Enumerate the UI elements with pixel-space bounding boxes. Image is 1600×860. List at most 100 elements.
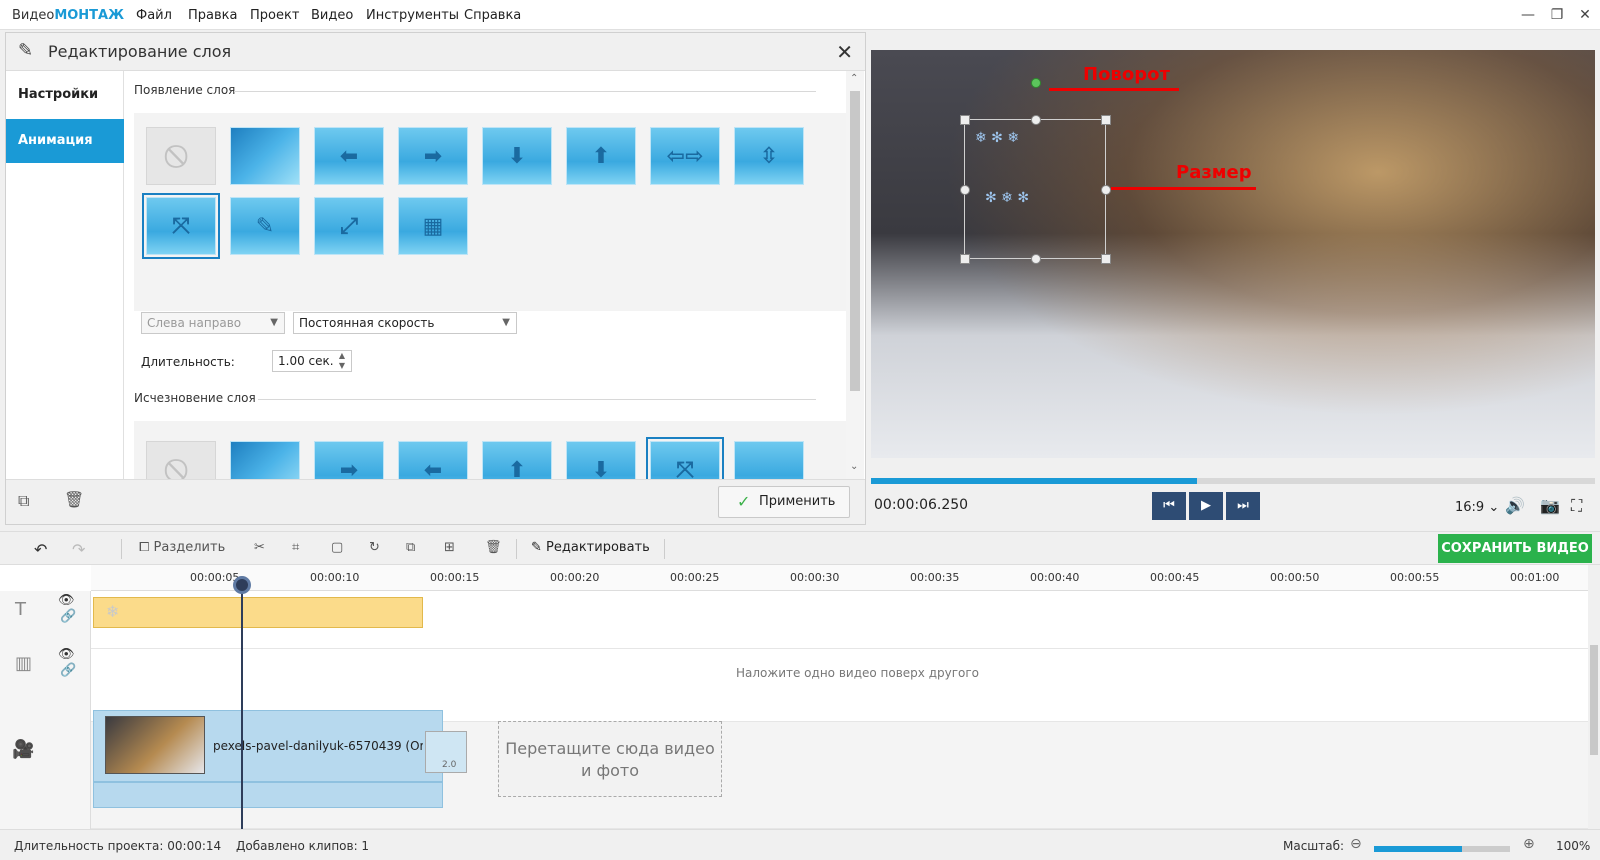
effect-tile[interactable]: ✎ [230,197,300,255]
video-preview[interactable]: ❄ ✻ ❄ ✻ ❄ ✻ Поворот Размер [871,50,1595,458]
rotate-handle[interactable] [1031,78,1041,88]
direction-select[interactable]: Слева направо ▼ [141,312,285,334]
effect-tile[interactable] [734,441,804,479]
separator [516,539,517,559]
playhead-handle[interactable] [233,576,251,594]
menu-tools[interactable]: Инструменты [366,8,459,23]
resize-handle[interactable] [960,185,970,195]
effect-tile[interactable]: ⃠ [146,441,216,479]
add-clip-icon[interactable]: ⊞ [444,540,455,555]
panel-scrollbar[interactable]: ⌃ ⌄ [846,71,864,479]
split-button[interactable]: ⧠ Разделить [139,540,225,555]
title-clip[interactable]: ❄ [93,597,423,628]
effect-tile[interactable]: ⇳ [734,127,804,185]
panel-close-button[interactable]: ✕ [836,40,853,64]
scroll-up-icon[interactable]: ⌃ [850,73,858,84]
effect-tile[interactable]: ➡ [314,441,384,479]
fullscreen-icon[interactable]: ⛶ [1571,496,1582,516]
undo-icon[interactable]: ↶ [34,540,47,559]
close-window-button[interactable]: ✕ [1575,6,1595,24]
effect-tile[interactable]: ⬅ [314,127,384,185]
editing-toolbar: ↶ ↷ ⧠ Разделить ✂ ⌗ ▢ ↻ ⧉ ⊞ 🗑 ✎ Редактир… [0,531,1600,565]
menu-video[interactable]: Видео [311,8,353,23]
resize-handle[interactable] [960,254,970,264]
time-ruler[interactable]: 00:00:05 00:00:10 00:00:15 00:00:20 00:00:25… [91,565,1588,591]
zoom-out-icon[interactable]: ⊖ [1350,836,1362,852]
resize-handle[interactable] [1031,254,1041,264]
panel-content: Появление слоя Слева направо ▼ Постоянная… [124,71,846,479]
zoom-slider[interactable] [1374,846,1510,852]
effect-tile[interactable]: ⤧ [646,437,724,479]
audio-strip[interactable] [93,782,443,808]
resize-handle[interactable] [960,115,970,125]
save-video-button[interactable]: СОХРАНИТЬ ВИДЕО [1438,534,1592,563]
effect-tile[interactable]: ⬇ [566,441,636,479]
ruler-tick-label: 00:00:50 [1270,571,1320,584]
effect-tile[interactable] [230,127,300,185]
play-button[interactable]: ▶ [1189,492,1223,520]
menu-project[interactable]: Проект [250,8,299,23]
zoom-in-icon[interactable]: ⊕ [1523,836,1535,852]
ruler-tick-label: 00:00:25 [670,571,720,584]
separator [121,539,122,559]
apply-button[interactable]: ✓ Применить [718,486,850,518]
effect-tile[interactable]: ⤧ [142,193,220,259]
scrollbar-thumb[interactable] [850,91,860,391]
arrow-down-icon: ⬇ [591,457,611,480]
menu-edit[interactable]: Правка [188,8,237,23]
aspect-ratio-select[interactable]: 16:9 ⌄ [1455,500,1499,515]
transition-tile[interactable]: 2.0 [425,731,467,773]
resize-handle[interactable] [1031,115,1041,125]
redo-icon[interactable]: ↷ [72,540,85,559]
timeline-scrollbar[interactable] [1588,565,1600,829]
snowflake-icon: ✻ ❄ ✻ [985,190,1030,206]
maximize-button[interactable]: ❐ [1547,6,1567,24]
effect-tile[interactable] [230,441,300,479]
layers-icon[interactable]: ⧉ [406,540,415,555]
resize-handle[interactable] [1101,254,1111,264]
duplicate-icon[interactable]: ⧉ [18,491,29,511]
speed-select[interactable]: Постоянная скорость ▼ [293,312,517,334]
crop-icon[interactable]: ⌗ [292,540,299,555]
camera-icon[interactable]: 📷 [1540,496,1560,515]
link-icon[interactable]: 🔗 [60,663,76,678]
cut-icon[interactable]: ✂ [254,540,265,555]
prev-frame-button[interactable]: ⏮ [1152,492,1186,520]
fit-icon[interactable]: ▢ [331,540,343,555]
effect-tile[interactable]: ⇦⇨ [650,127,720,185]
menu-file[interactable]: Файл [136,8,172,23]
next-frame-button[interactable]: ⏭ [1226,492,1260,520]
effect-tile[interactable]: ⃠ [146,127,216,185]
menu-help[interactable]: Справка [464,8,521,23]
eye-icon[interactable]: 👁 [58,647,75,662]
trash-icon[interactable]: 🗑 [485,540,502,555]
video-clip[interactable]: pexels-pavel-danilyuk-6570439 (Original) [93,710,443,782]
tab-animation[interactable]: Анимация [6,119,134,163]
effect-tile[interactable]: ⤢ [314,197,384,255]
arrow-left-icon: ⬅ [339,143,359,169]
layer-bounding-box[interactable]: ❄ ✻ ❄ ✻ ❄ ✻ [960,78,1111,264]
effect-tile[interactable]: ▦ [398,197,468,255]
playback-progress[interactable] [871,478,1595,484]
scroll-down-icon[interactable]: ⌄ [850,461,858,472]
edit-button[interactable]: ✎ Редактировать [531,540,650,555]
effect-tile[interactable]: ⬆ [566,127,636,185]
drop-zone[interactable]: Перетащите сюда видео и фото [498,721,722,797]
duration-stepper[interactable]: 1.00 сек. ▲ ▼ [272,350,352,372]
rotate-icon[interactable]: ↻ [369,540,380,555]
eye-icon[interactable]: 👁 [58,593,75,608]
effect-tile[interactable]: ➡ [398,127,468,185]
link-icon[interactable]: 🔗 [60,609,76,624]
arrow-up-icon: ⬆ [591,143,611,169]
resize-handle[interactable] [1101,115,1111,125]
volume-icon[interactable]: 🔊 [1505,496,1525,515]
resize-handle[interactable] [1101,185,1111,195]
effect-tile[interactable]: ⬆ [482,441,552,479]
trash-icon[interactable]: 🗑 [64,490,84,509]
effect-tile[interactable]: ⬅ [398,441,468,479]
effect-tile[interactable]: ⬇ [482,127,552,185]
minimize-button[interactable]: — [1518,6,1538,24]
tab-settings[interactable]: Настройки [6,73,124,117]
split-icon: ⧠ [139,540,154,555]
scrollbar-thumb[interactable] [1590,645,1598,755]
